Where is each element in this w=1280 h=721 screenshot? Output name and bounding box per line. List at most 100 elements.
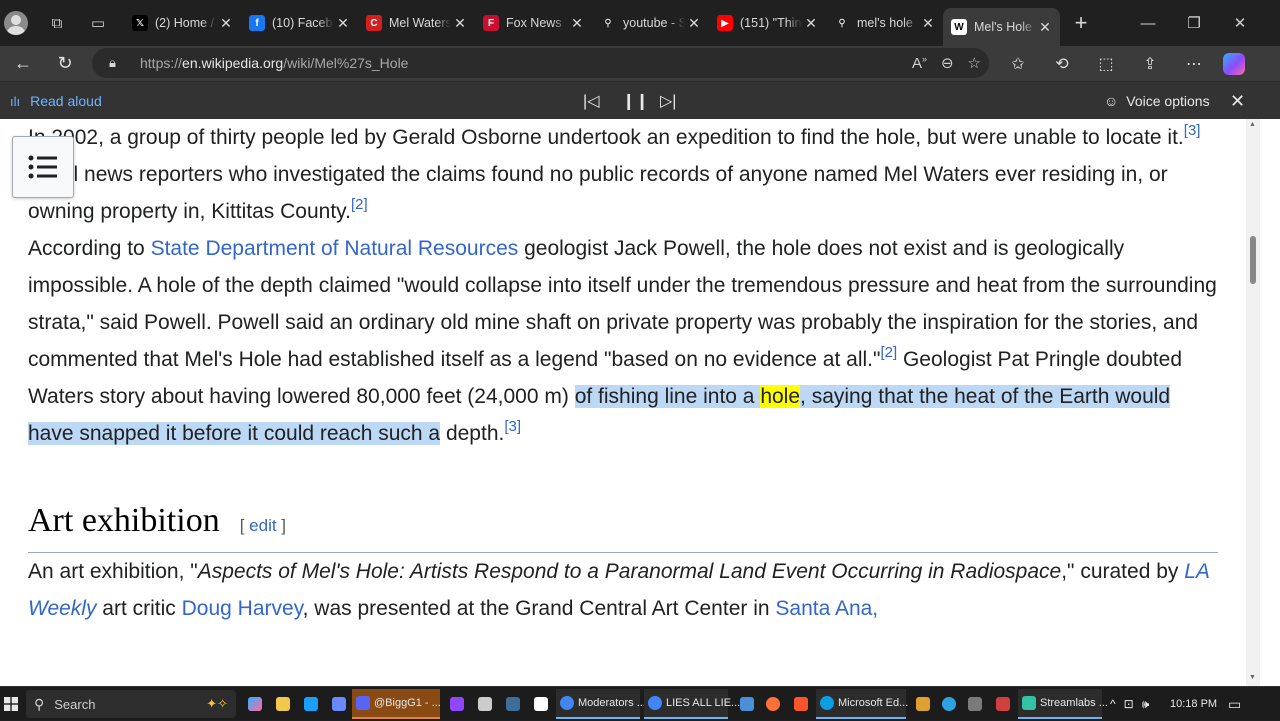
network-icon: ⊡ bbox=[1123, 697, 1134, 711]
close-tab-icon[interactable]: ✕ bbox=[568, 15, 586, 32]
twitch-icon[interactable] bbox=[446, 689, 472, 719]
table-of-contents-button[interactable] bbox=[12, 136, 74, 198]
reference-link[interactable]: [2] bbox=[880, 344, 897, 361]
taskbar-search[interactable]: ⚲ Search ✦✧ bbox=[26, 690, 236, 718]
section-heading-row: Art exhibition [ edit ] bbox=[28, 501, 1218, 553]
explorer-icon[interactable] bbox=[272, 689, 298, 719]
favorite-star-icon[interactable]: ☆ bbox=[968, 54, 981, 72]
state-dnr-link[interactable]: State Department of Natural Resources bbox=[151, 237, 519, 260]
app-icon[interactable] bbox=[474, 689, 500, 719]
tab-4[interactable]: F Fox News ✕ bbox=[475, 6, 592, 40]
previous-icon[interactable]: |◁ bbox=[583, 82, 599, 120]
firefox-icon[interactable] bbox=[762, 689, 788, 719]
menu-icon[interactable]: ⋯ bbox=[1179, 54, 1209, 74]
close-tab-icon[interactable]: ✕ bbox=[802, 15, 820, 32]
youtube-icon: ▶ bbox=[717, 15, 733, 31]
tab-8[interactable]: W Mel's Hole ✕ bbox=[943, 8, 1060, 46]
tab-6[interactable]: ▶ (151) "Thin ✕ bbox=[709, 6, 826, 40]
fox-icon: F bbox=[483, 15, 499, 31]
close-window-icon[interactable]: ✕ bbox=[1217, 0, 1263, 46]
taskbar-app-chrome[interactable]: Moderators ... bbox=[556, 689, 646, 719]
brave-icon[interactable] bbox=[790, 689, 816, 719]
app-icon[interactable] bbox=[300, 689, 326, 719]
page-scrollbar[interactable]: ▲ ▼ bbox=[1246, 119, 1260, 686]
reference-link[interactable]: [3] bbox=[504, 418, 521, 435]
history-icon[interactable]: ⟲ bbox=[1047, 54, 1077, 74]
clock[interactable]: 10:18 PM bbox=[1170, 687, 1217, 721]
new-tab-button[interactable]: + bbox=[1064, 10, 1098, 36]
voice-options-button[interactable]: ☺︎ Voice options bbox=[1104, 82, 1210, 120]
read-aloud-bar: ılı Read aloud |◁ ❙❙ ▷| ☺︎ Voice options… bbox=[0, 81, 1280, 119]
refresh-icon[interactable]: ↻ bbox=[48, 49, 82, 79]
article-body: In 2002, a group of thirty people led by… bbox=[28, 119, 1218, 627]
close-tab-icon[interactable]: ✕ bbox=[919, 15, 937, 32]
paragraph: An art exhibition, "Aspects of Mel's Hol… bbox=[28, 560, 1210, 620]
audio-wave-icon: ılı bbox=[10, 93, 21, 109]
taskbar-app-edge[interactable]: Microsoft Ed... bbox=[816, 689, 908, 719]
tab-1[interactable]: 𝕏 (2) Home / ✕ bbox=[124, 6, 241, 40]
extensions-icon[interactable]: ⊖ bbox=[941, 54, 954, 72]
page-content: In 2002, a group of thirty people led by… bbox=[0, 119, 1246, 686]
reference-link[interactable]: [3] bbox=[1184, 122, 1201, 139]
app-icon[interactable] bbox=[964, 689, 990, 719]
next-icon[interactable]: ▷| bbox=[660, 82, 676, 120]
system-tray[interactable]: ^ ⊡ 🕪︎ bbox=[1110, 689, 1149, 719]
app-icon[interactable] bbox=[328, 689, 354, 719]
tab-title: Mel Waters bbox=[389, 16, 451, 30]
edit-link[interactable]: edit bbox=[249, 516, 276, 535]
tab-3[interactable]: C Mel Waters ✕ bbox=[358, 6, 475, 40]
share-icon[interactable]: ⇪ bbox=[1135, 54, 1165, 74]
pause-icon[interactable]: ❙❙ bbox=[622, 82, 649, 120]
notification-icon[interactable]: ▭ bbox=[1228, 689, 1241, 719]
lock-icon: 🔒︎ bbox=[109, 55, 116, 70]
read-aloud-icon[interactable]: A» bbox=[912, 54, 927, 72]
read-aloud-label[interactable]: ılı Read aloud bbox=[10, 82, 102, 120]
steam-icon[interactable] bbox=[502, 689, 528, 719]
restore-icon[interactable]: ❐ bbox=[1171, 0, 1217, 46]
close-tab-icon[interactable]: ✕ bbox=[685, 15, 703, 32]
address-bar[interactable]: 🔒︎ https://en.wikipedia.org/wiki/Mel%27s… bbox=[92, 48, 989, 78]
close-tab-icon[interactable]: ✕ bbox=[451, 15, 469, 32]
search-icon: ⚲ bbox=[600, 15, 616, 31]
telegram-icon[interactable] bbox=[938, 689, 964, 719]
paragraph: According to State Department of Natural… bbox=[28, 237, 1217, 445]
list-icon bbox=[28, 155, 57, 179]
tab-2[interactable]: f (10) Facebo ✕ bbox=[241, 6, 358, 40]
tab-strip: ⧉ ▭ 𝕏 (2) Home / ✕ f (10) Facebo ✕ C Mel Waters… bbox=[0, 0, 1280, 46]
taskbar: ⚲ Search ✦✧ @BiggG1 - ... Moderators ...… bbox=[0, 686, 1280, 720]
close-read-aloud-icon[interactable]: ✕ bbox=[1230, 82, 1245, 120]
copilot-taskbar-icon[interactable] bbox=[244, 689, 270, 719]
close-tab-icon[interactable]: ✕ bbox=[217, 15, 235, 32]
tab-title: Mel's Hole bbox=[974, 20, 1032, 34]
scrollbar-thumb[interactable] bbox=[1250, 236, 1256, 284]
minimize-icon[interactable]: — bbox=[1125, 0, 1171, 46]
x-icon: 𝕏 bbox=[132, 15, 148, 31]
taskbar-app-discord[interactable]: @BiggG1 - ... bbox=[352, 689, 441, 719]
screenshot-icon[interactable]: ⬚ bbox=[1091, 54, 1121, 74]
close-tab-icon[interactable]: ✕ bbox=[334, 15, 352, 32]
favorites-icon[interactable]: ✩ bbox=[1003, 54, 1033, 74]
section-heading: Art exhibition bbox=[28, 502, 220, 539]
workspaces-icon[interactable]: ⧉ bbox=[42, 8, 72, 38]
back-icon[interactable]: ← bbox=[6, 49, 40, 79]
sparkle-icon: ✦✧ bbox=[206, 696, 228, 711]
tab-7[interactable]: ⚲ mel's hole ✕ bbox=[826, 6, 943, 40]
doug-harvey-link[interactable]: Doug Harvey bbox=[182, 597, 303, 620]
file-icon[interactable] bbox=[530, 689, 556, 719]
taskbar-app-streamlabs[interactable]: Streamlabs ... bbox=[1018, 689, 1108, 719]
app-icon[interactable] bbox=[992, 689, 1018, 719]
tab-5[interactable]: ⚲ youtube - S ✕ bbox=[592, 6, 709, 40]
facebook-icon: f bbox=[249, 15, 265, 31]
santa-ana-link[interactable]: Santa Ana, bbox=[775, 597, 878, 620]
app-icon[interactable] bbox=[736, 689, 762, 719]
tab-title: (10) Facebo bbox=[272, 16, 334, 30]
profile-avatar[interactable] bbox=[4, 11, 28, 35]
copilot-icon[interactable] bbox=[1223, 52, 1245, 75]
taskbar-app-chrome-2[interactable]: LIES ALL LIE... bbox=[644, 689, 740, 719]
app-icon[interactable] bbox=[912, 689, 938, 719]
start-icon[interactable] bbox=[4, 689, 18, 719]
url-text: https://en.wikipedia.org/wiki/Mel%27s_Ho… bbox=[140, 55, 409, 71]
close-tab-icon[interactable]: ✕ bbox=[1036, 19, 1054, 36]
tab-actions-icon[interactable]: ▭ bbox=[83, 8, 113, 38]
reference-link[interactable]: [2] bbox=[351, 196, 368, 213]
